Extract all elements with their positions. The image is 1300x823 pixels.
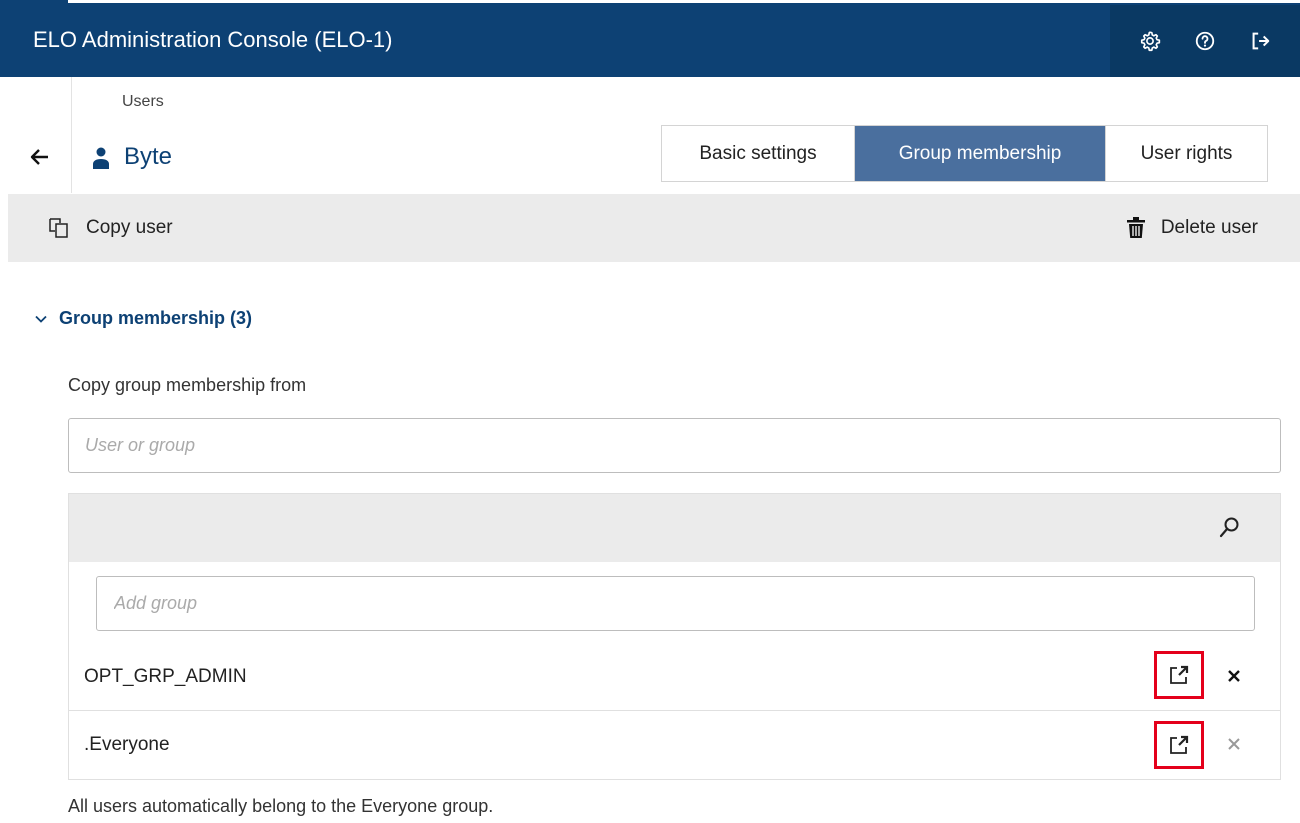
- group-name: .Everyone: [84, 734, 170, 755]
- tab-user-rights[interactable]: User rights: [1105, 126, 1267, 181]
- group-list-header: [69, 494, 1280, 562]
- group-row: .Everyone: [69, 712, 1280, 779]
- group-row: OPT_GRP_ADMIN: [69, 644, 1280, 711]
- user-icon: [92, 146, 110, 175]
- group-list-panel: OPT_GRP_ADMIN .Everyone: [68, 493, 1281, 780]
- help-icon[interactable]: [1192, 28, 1218, 54]
- remove-group-button[interactable]: [1222, 664, 1246, 688]
- remove-group-button-disabled: [1222, 732, 1246, 756]
- group-membership-section-toggle[interactable]: Group membership (3): [35, 308, 252, 329]
- app-title: ELO Administration Console (ELO-1): [33, 27, 393, 52]
- copy-from-input[interactable]: [68, 418, 1281, 473]
- action-toolbar: Copy user Delete user: [8, 194, 1300, 262]
- header-icon-group: [1110, 5, 1300, 77]
- group-name: OPT_GRP_ADMIN: [84, 666, 247, 687]
- breadcrumb[interactable]: Users: [122, 93, 164, 111]
- logout-icon[interactable]: [1247, 28, 1273, 54]
- open-group-button[interactable]: [1154, 651, 1204, 699]
- tab-basic-settings[interactable]: Basic settings: [662, 126, 855, 181]
- search-icon[interactable]: [1219, 516, 1241, 543]
- app-header: ELO Administration Console (ELO-1): [0, 5, 1300, 77]
- back-column: [0, 77, 72, 193]
- external-link-icon: [1170, 735, 1189, 754]
- back-arrow-icon[interactable]: [30, 147, 50, 172]
- copy-user-label: Copy user: [86, 217, 173, 238]
- delete-user-label: Delete user: [1160, 217, 1258, 238]
- copy-from-label: Copy group membership from: [68, 375, 307, 395]
- copy-user-button[interactable]: Copy user: [48, 194, 173, 262]
- chevron-down-icon: [35, 315, 47, 323]
- copy-icon: [49, 218, 68, 238]
- external-link-icon: [1170, 665, 1189, 684]
- add-group-input[interactable]: [96, 576, 1255, 631]
- tab-group-membership[interactable]: Group membership: [855, 126, 1105, 181]
- open-group-button[interactable]: [1154, 721, 1204, 769]
- close-icon: [1228, 670, 1240, 682]
- tab-bar: Basic settings Group membership User rig…: [661, 125, 1268, 182]
- gear-icon[interactable]: [1137, 28, 1163, 54]
- section-title: Group membership (3): [59, 308, 253, 328]
- page-title: Byte: [124, 143, 173, 170]
- everyone-group-note: All users automatically belong to the Ev…: [68, 796, 494, 816]
- delete-user-button[interactable]: Delete user: [1126, 194, 1258, 262]
- close-icon: [1228, 738, 1240, 750]
- trash-icon: [1126, 217, 1145, 238]
